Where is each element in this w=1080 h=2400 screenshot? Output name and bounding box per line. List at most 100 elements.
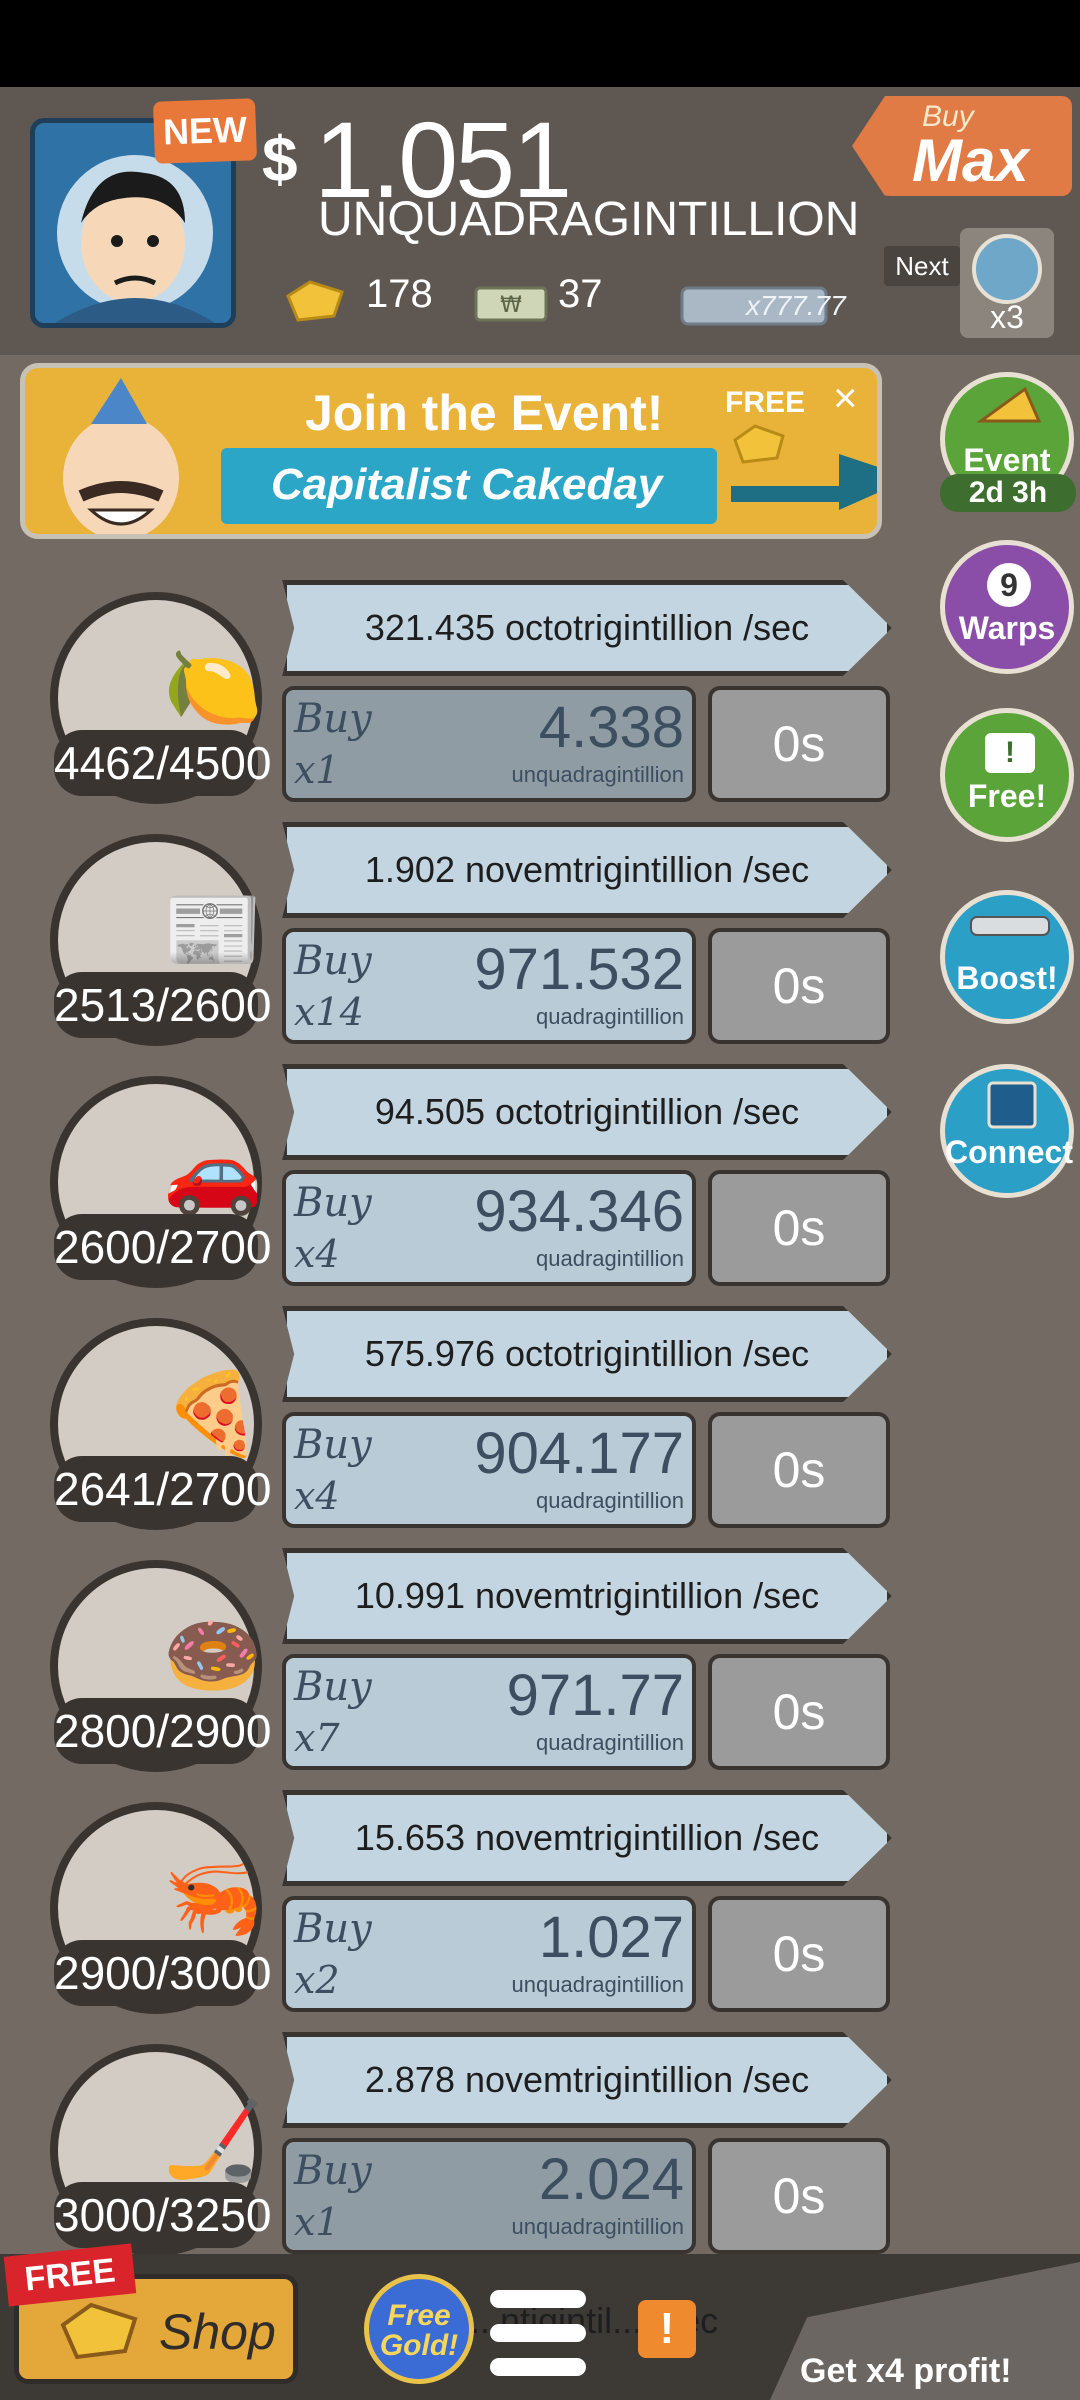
buy-cost-unit: quadragintillion xyxy=(536,1004,684,1029)
business-count: 3000/3250 xyxy=(54,2182,271,2248)
buy-cost-unit: quadragintillion xyxy=(536,1488,684,1513)
buy-multiplier: x2 xyxy=(294,1958,340,2002)
warps-count: 9 xyxy=(987,563,1031,607)
business-count: 2800/2900 xyxy=(54,1698,271,1764)
buy-label: Buy xyxy=(294,1422,372,1468)
business-row: 🏒 3000/3250 2.878 novemtrigintillion /se… xyxy=(0,2032,900,2262)
gold-icon xyxy=(60,2302,138,2360)
next-multiplier: x3 xyxy=(990,299,1024,335)
business-count: 2900/3000 xyxy=(54,1940,271,2006)
gold-icon xyxy=(733,424,785,464)
business-count: 2641/2700 xyxy=(54,1456,271,1522)
business-count: 2600/2700 xyxy=(54,1214,271,1280)
buy-cost: 1.027 xyxy=(538,1905,684,1970)
boost-button[interactable]: Boost! xyxy=(940,890,1074,1024)
connect-label: Connect xyxy=(945,1134,1073,1170)
cards-icon xyxy=(987,1081,1037,1129)
business-rate-bar[interactable]: 575.976 octotrigintillion /sec xyxy=(282,1306,892,1402)
business-rate: 321.435 octotrigintillion /sec xyxy=(364,607,810,648)
business-buy-button[interactable]: Buy x14 971.532 quadragintillion xyxy=(282,928,696,1044)
business-rate-bar[interactable]: 2.878 novemtrigintillion /sec xyxy=(282,2032,892,2128)
buy-cost-unit: unquadragintillion xyxy=(511,2214,684,2239)
free-tv-button[interactable]: ! Free! xyxy=(940,708,1074,842)
event-timer: 2d 3h xyxy=(940,474,1076,512)
business-count: 2513/2600 xyxy=(54,972,271,1038)
business-row: 🦐 2900/3000 15.653 novemtrigintillion /s… xyxy=(0,1790,900,2020)
business-rate-bar[interactable]: 15.653 novemtrigintillion /sec xyxy=(282,1790,892,1886)
business-rate: 1.902 novemtrigintillion /sec xyxy=(364,849,810,890)
business-row: 🚗 2600/2700 94.505 octotrigintillion /se… xyxy=(0,1064,900,1294)
shop-label: Shop xyxy=(159,2304,276,2360)
buy-max-label: Max xyxy=(912,127,1029,194)
buy-cost: 904.177 xyxy=(474,1421,684,1486)
business-buy-button[interactable]: Buy x1 2.024 unquadragintillion xyxy=(282,2138,696,2254)
business-rate-bar[interactable]: 94.505 octotrigintillion /sec xyxy=(282,1064,892,1160)
buy-multiplier: x1 xyxy=(294,748,340,792)
tv-icon: ! xyxy=(985,733,1035,773)
business-timer: 0s xyxy=(708,1170,890,1286)
currency-symbol: $ xyxy=(262,123,298,195)
business-row: 🍕 2641/2700 575.976 octotrigintillion /s… xyxy=(0,1306,900,1536)
business-rate-bar[interactable]: 1.902 novemtrigintillion /sec xyxy=(282,822,892,918)
free-gold-button[interactable]: Free Gold! xyxy=(364,2274,474,2384)
business-rate: 2.878 novemtrigintillion /sec xyxy=(364,2059,810,2100)
buy-cost: 971.532 xyxy=(474,937,684,1002)
business-rate-bar[interactable]: 10.991 novemtrigintillion /sec xyxy=(282,1548,892,1644)
business-timer: 0s xyxy=(708,928,890,1044)
event-subtitle: Capitalist Cakeday xyxy=(271,460,663,509)
megabucks-count: 37 xyxy=(558,272,603,316)
buy-multiplier: x14 xyxy=(294,990,364,1034)
business-timer: 0s xyxy=(708,1896,890,2012)
buy-cost-unit: quadragintillion xyxy=(536,1730,684,1755)
event-host-icon xyxy=(63,378,179,534)
business-buy-button[interactable]: Buy x4 934.346 quadragintillion xyxy=(282,1170,696,1286)
buy-multiplier: x1 xyxy=(294,2200,340,2244)
business-buy-button[interactable]: Buy x1 4.338 unquadragintillion xyxy=(282,686,696,802)
car-icon xyxy=(972,234,1042,304)
event-banner[interactable]: Join the Event! Capitalist Cakeday FREE … xyxy=(20,363,882,539)
menu-icon[interactable] xyxy=(490,2290,586,2380)
business-rate: 94.505 octotrigintillion /sec xyxy=(374,1091,800,1132)
business-row: 🍩 2800/2900 10.991 novemtrigintillion /s… xyxy=(0,1548,900,1778)
business-timer: 0s xyxy=(708,2138,890,2254)
buy-max-button[interactable]: Buy Max xyxy=(852,96,1072,196)
business-rate: 15.653 novemtrigintillion /sec xyxy=(354,1817,820,1858)
warps-button[interactable]: 9 Warps xyxy=(940,540,1074,674)
buy-label: Buy xyxy=(294,1906,372,1952)
buy-cost-unit: quadragintillion xyxy=(536,1246,684,1271)
alert-icon[interactable]: ! xyxy=(638,2300,696,2358)
business-count: 4462/4500 xyxy=(54,730,271,796)
event-subtitle-box: Capitalist Cakeday xyxy=(221,448,717,524)
multiplier-value: x777.77 xyxy=(746,290,846,321)
buy-cost-unit: unquadragintillion xyxy=(511,762,684,787)
buy-multiplier: x7 xyxy=(294,1716,340,1760)
buy-multiplier: x4 xyxy=(294,1232,340,1276)
close-icon[interactable]: × xyxy=(833,374,858,422)
megabucks-icon: ₩ xyxy=(474,286,548,322)
business-buy-button[interactable]: Buy x4 904.177 quadragintillion xyxy=(282,1412,696,1528)
business-buy-button[interactable]: Buy x7 971.77 quadragintillion xyxy=(282,1654,696,1770)
event-free-tag: FREE xyxy=(725,386,806,419)
cake-icon xyxy=(976,386,1042,423)
buy-cost: 2.024 xyxy=(538,2147,684,2212)
business-row: 🍋 4462/4500 321.435 octotrigintillion /s… xyxy=(0,580,900,810)
buy-label: Buy xyxy=(294,1180,372,1226)
business-buy-button[interactable]: Buy x2 1.027 unquadragintillion xyxy=(282,1896,696,2012)
next-label: Next xyxy=(884,246,960,286)
gold-count: 178 xyxy=(366,272,433,316)
next-unlock-box[interactable]: x3 xyxy=(960,228,1054,338)
gold-icon xyxy=(286,280,344,322)
status-bar xyxy=(0,0,1080,87)
boost-label: Boost! xyxy=(956,960,1058,996)
buy-label: Buy xyxy=(294,696,372,742)
business-timer: 0s xyxy=(708,1412,890,1528)
svg-text:₩: ₩ xyxy=(500,293,522,318)
buy-label: Buy xyxy=(294,1664,372,1710)
business-rate-bar[interactable]: 321.435 octotrigintillion /sec xyxy=(282,580,892,676)
connect-button[interactable]: Connect xyxy=(940,1064,1074,1198)
warps-label: Warps xyxy=(958,610,1056,646)
business-row: 📰 2513/2600 1.902 novemtrigintillion /se… xyxy=(0,822,900,1052)
buy-cost-unit: unquadragintillion xyxy=(511,1972,684,1997)
buy-label: Buy xyxy=(294,938,372,984)
new-badge: NEW xyxy=(152,98,258,164)
